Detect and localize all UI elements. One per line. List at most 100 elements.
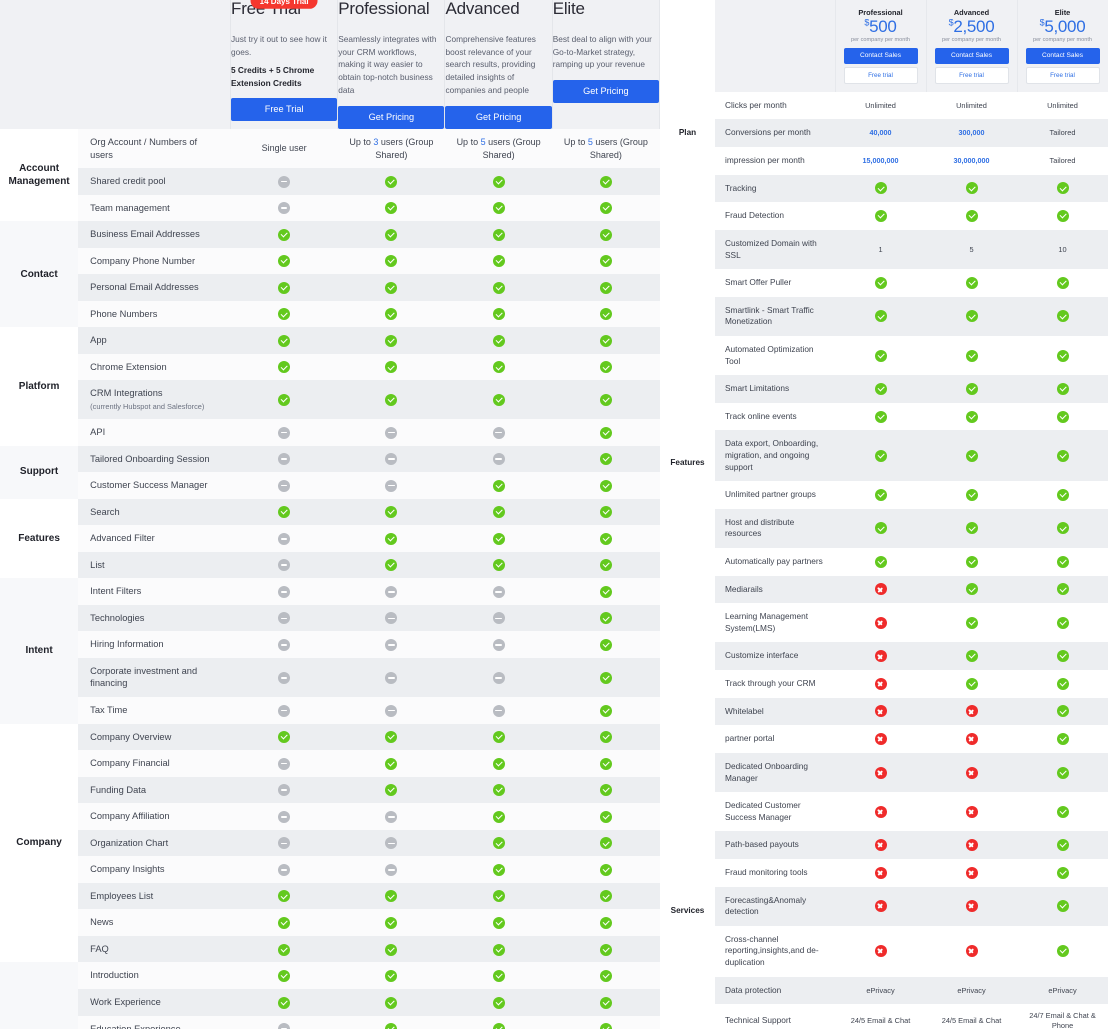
table-row: Forecasting&Anomaly detection <box>660 887 1108 926</box>
check-circle-icon <box>1057 650 1069 662</box>
cell-value-elite <box>552 552 659 579</box>
cell-value-professional <box>835 548 926 576</box>
contact-sales-button-elite[interactable]: Contact Sales <box>1026 48 1100 64</box>
feature-label: Host and distribute resources <box>715 509 835 548</box>
cell-value-professional <box>338 499 445 526</box>
feature-label: Chrome Extension <box>78 354 230 381</box>
cell-value-advanced: 300,000 <box>926 119 1017 147</box>
minus-circle-icon <box>493 639 505 651</box>
minus-circle-icon <box>385 672 397 684</box>
check-circle-icon <box>1057 350 1069 362</box>
get-pricing-button-advanced[interactable]: Get Pricing <box>445 106 551 129</box>
check-circle-icon <box>493 229 505 241</box>
cell-value-advanced <box>445 499 552 526</box>
table-row: Employees List <box>0 883 660 910</box>
right-pricing-table: Professional $500 per company per month … <box>660 0 1108 1029</box>
cell-value-professional <box>338 301 445 328</box>
cell-value-professional <box>835 375 926 403</box>
cross-circle-icon <box>966 900 978 912</box>
cross-circle-icon <box>875 900 887 912</box>
cell-value-professional <box>338 221 445 248</box>
cell-value-elite <box>552 989 659 1016</box>
check-circle-icon <box>493 480 505 492</box>
check-circle-icon <box>600 731 612 743</box>
cell-value-elite <box>552 750 659 777</box>
feature-label: Shared credit pool <box>78 168 230 195</box>
table-row: Customer Success Manager <box>0 472 660 499</box>
table-row: FeaturesSearch <box>0 499 660 526</box>
free-trial-button[interactable]: Free Trial <box>231 98 337 121</box>
cell-value-elite <box>1017 792 1108 831</box>
price-amount: 5,000 <box>1044 17 1085 36</box>
check-circle-icon <box>1057 522 1069 534</box>
check-circle-icon <box>1057 705 1069 717</box>
table-row: Dedicated Customer Success Manager <box>660 792 1108 831</box>
minus-circle-icon <box>385 586 397 598</box>
table-row: Customize interface <box>660 642 1108 670</box>
left-table-body: Account ManagementOrg Account / Numbers … <box>0 129 660 1029</box>
get-pricing-button-elite[interactable]: Get Pricing <box>553 80 659 103</box>
check-circle-icon <box>966 450 978 462</box>
right-plan-header-elite: Elite $5,000 per company per month Conta… <box>1017 0 1108 92</box>
free-trial-button-elite[interactable]: Free trial <box>1026 67 1100 84</box>
get-pricing-button-professional[interactable]: Get Pricing <box>338 106 444 129</box>
cell-value-advanced <box>926 642 1017 670</box>
cell-value-advanced <box>445 883 552 910</box>
cell-value-elite <box>552 354 659 381</box>
feature-label: List <box>78 552 230 579</box>
free-trial-button-advanced[interactable]: Free trial <box>935 67 1009 84</box>
section-label-company: Company <box>0 724 78 963</box>
free-trial-button-professional[interactable]: Free trial <box>844 67 918 84</box>
section-label-features: Features <box>660 175 715 753</box>
cell-value-advanced: Up to 5 users (Group Shared) <box>445 129 552 168</box>
table-row: Company Affiliation <box>0 803 660 830</box>
minus-circle-icon <box>385 453 397 465</box>
check-circle-icon <box>278 255 290 267</box>
table-row: Data export, Onboarding, migration, and … <box>660 430 1108 481</box>
cell-value-advanced <box>926 509 1017 548</box>
feature-label: Company Insights <box>78 856 230 883</box>
contact-sales-button-professional[interactable]: Contact Sales <box>844 48 918 64</box>
cross-circle-icon <box>966 839 978 851</box>
cell-value-professional <box>835 792 926 831</box>
check-circle-icon <box>385 533 397 545</box>
cell-value-professional <box>338 856 445 883</box>
check-circle-icon <box>493 811 505 823</box>
minus-circle-icon <box>278 453 290 465</box>
header-section-spacer <box>0 0 78 129</box>
cell-value-free-trial <box>231 883 338 910</box>
cell-value-advanced <box>926 430 1017 481</box>
table-row: Track online events <box>660 403 1108 431</box>
cell-value-professional <box>835 403 926 431</box>
cell-value-professional: ePrivacy <box>835 977 926 1005</box>
table-row: List <box>0 552 660 579</box>
table-row: Data protectionePrivacyePrivacyePrivacy <box>660 977 1108 1005</box>
cell-value-free-trial <box>231 909 338 936</box>
cross-circle-icon <box>875 806 887 818</box>
check-circle-icon <box>385 282 397 294</box>
cell-value-free-trial <box>231 962 338 989</box>
plan-name: Advanced <box>445 0 551 19</box>
plan-name: Elite <box>553 0 659 19</box>
cell-value-free-trial: Single user <box>231 129 338 168</box>
cell-value-advanced: 5 <box>926 230 1017 269</box>
plan-name: Professional <box>338 0 444 19</box>
table-row: Fraud Detection <box>660 202 1108 230</box>
feature-label: Conversions per month <box>715 119 835 147</box>
contact-sales-button-advanced[interactable]: Contact Sales <box>935 48 1009 64</box>
cell-value-elite <box>552 578 659 605</box>
cell-value-elite <box>552 419 659 446</box>
cell-value-elite <box>1017 642 1108 670</box>
cell-value-elite <box>552 446 659 473</box>
cell-value-free-trial <box>231 803 338 830</box>
cell-value-elite <box>552 472 659 499</box>
feature-label: Mediarails <box>715 576 835 604</box>
cell-value-free-trial <box>231 777 338 804</box>
check-circle-icon <box>600 453 612 465</box>
table-row: Organization Chart <box>0 830 660 857</box>
cell-value-professional <box>338 525 445 552</box>
cross-circle-icon <box>875 705 887 717</box>
cell-value-professional <box>338 605 445 632</box>
cell-value-elite <box>552 777 659 804</box>
feature-label: partner portal <box>715 725 835 753</box>
